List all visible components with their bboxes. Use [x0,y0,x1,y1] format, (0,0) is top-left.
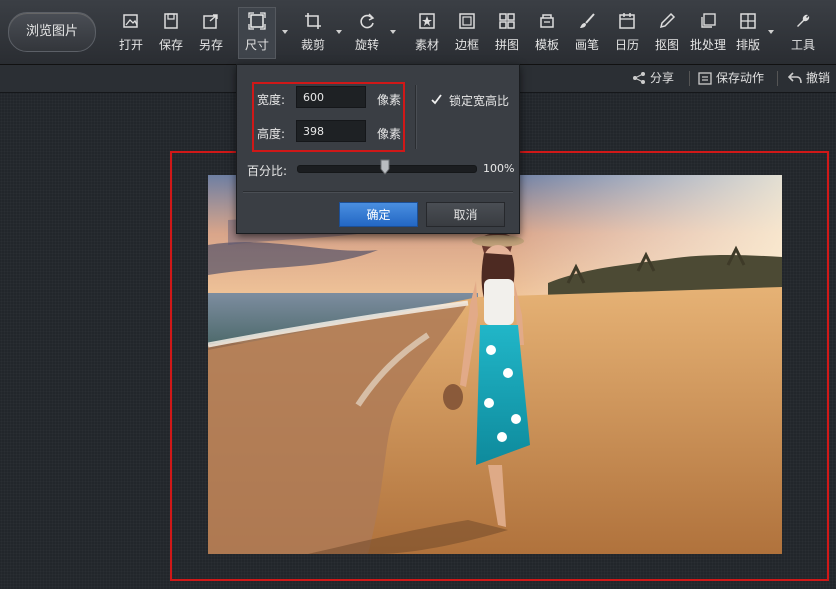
undo-label: 撤销 [806,71,831,85]
crop-icon [305,13,321,29]
template-label: 模板 [534,38,559,52]
save-action-icon [698,72,712,85]
crop-dropdown-arrow-icon[interactable] [336,30,342,34]
crop-label: 裁剪 [300,38,325,52]
rotate-label: 旋转 [354,38,379,52]
batch-label: 批处理 [689,38,726,52]
save-icon [164,13,178,29]
template-button[interactable]: 模板 [530,8,564,58]
brush-icon [580,13,595,28]
save-as-button[interactable]: 另存 [194,8,228,58]
layout-label: 排版 [735,38,760,52]
save-action-button[interactable]: 保存动作 [698,69,764,88]
material-button[interactable]: 素材 [410,8,444,58]
collage-icon [499,13,515,29]
resize-icon [248,12,266,30]
panel-divider [415,85,417,149]
resize-dropdown-arrow-icon[interactable] [282,30,288,34]
share-icon [633,72,645,84]
undo-button[interactable]: 撤销 [787,69,831,88]
resize-button[interactable]: 尺寸 [238,7,276,59]
save-as-icon [203,14,218,29]
save-label: 保存 [158,38,183,52]
batch-button[interactable]: 批处理 [688,8,728,58]
share-button[interactable]: 分享 [632,69,674,88]
layout-button[interactable]: 排版 [734,8,762,58]
confirm-button[interactable]: 确定 [339,202,418,227]
share-label: 分享 [650,71,675,85]
crop-button[interactable]: 裁剪 [296,8,330,58]
material-icon [419,13,435,29]
brush-label: 画笔 [574,38,599,52]
open-label: 打开 [118,38,143,52]
material-label: 素材 [414,38,439,52]
border-label: 边框 [454,38,479,52]
save-button[interactable]: 保存 [154,8,188,58]
browse-images-button[interactable]: 浏览图片 [8,12,96,52]
lock-ratio-checkbox[interactable] [431,94,442,105]
calendar-label: 日历 [614,38,639,52]
resize-panel: 宽度: 600 像素 高度: 398 像素 锁定宽高比 百分比: 100% 确定… [236,64,520,234]
calendar-button[interactable]: 日历 [610,8,644,58]
divider [777,71,778,86]
tools-button[interactable]: 工具 [786,8,820,58]
rotate-button[interactable]: 旋转 [350,8,384,58]
save-action-label: 保存动作 [716,71,765,85]
batch-icon [701,13,716,28]
open-icon [123,14,138,28]
main-toolbar: 浏览图片 打开 保存 另存 尺寸 裁剪 旋转 素材 边框 拼图 模板 画笔 日历… [0,0,836,65]
layout-dropdown-arrow-icon[interactable] [768,30,774,34]
rotate-icon [360,13,375,29]
rotate-dropdown-arrow-icon[interactable] [390,30,396,34]
border-button[interactable]: 边框 [450,8,484,58]
template-icon [540,14,554,28]
cancel-button[interactable]: 取消 [426,202,505,227]
undo-icon [787,72,802,84]
panel-divider [243,191,513,193]
layout-icon [740,13,756,29]
brush-button[interactable]: 画笔 [570,8,604,58]
percent-label: 百分比: [247,164,288,178]
save-as-label: 另存 [198,38,223,52]
resize-label: 尺寸 [244,38,269,52]
size-fields-highlight-box [252,82,405,152]
collage-label: 拼图 [494,38,519,52]
cutout-icon [659,12,676,29]
calendar-icon [619,13,635,29]
percent-value: 100% [483,162,515,175]
cutout-button[interactable]: 抠图 [650,8,684,58]
wrench-icon [797,14,810,27]
percent-slider-thumb[interactable] [380,159,390,175]
border-icon [459,13,475,29]
divider [689,71,690,86]
collage-button[interactable]: 拼图 [490,8,524,58]
tools-label: 工具 [790,38,815,52]
open-button[interactable]: 打开 [114,8,148,58]
lock-ratio-label: 锁定宽高比 [449,94,510,108]
cutout-label: 抠图 [654,38,679,52]
